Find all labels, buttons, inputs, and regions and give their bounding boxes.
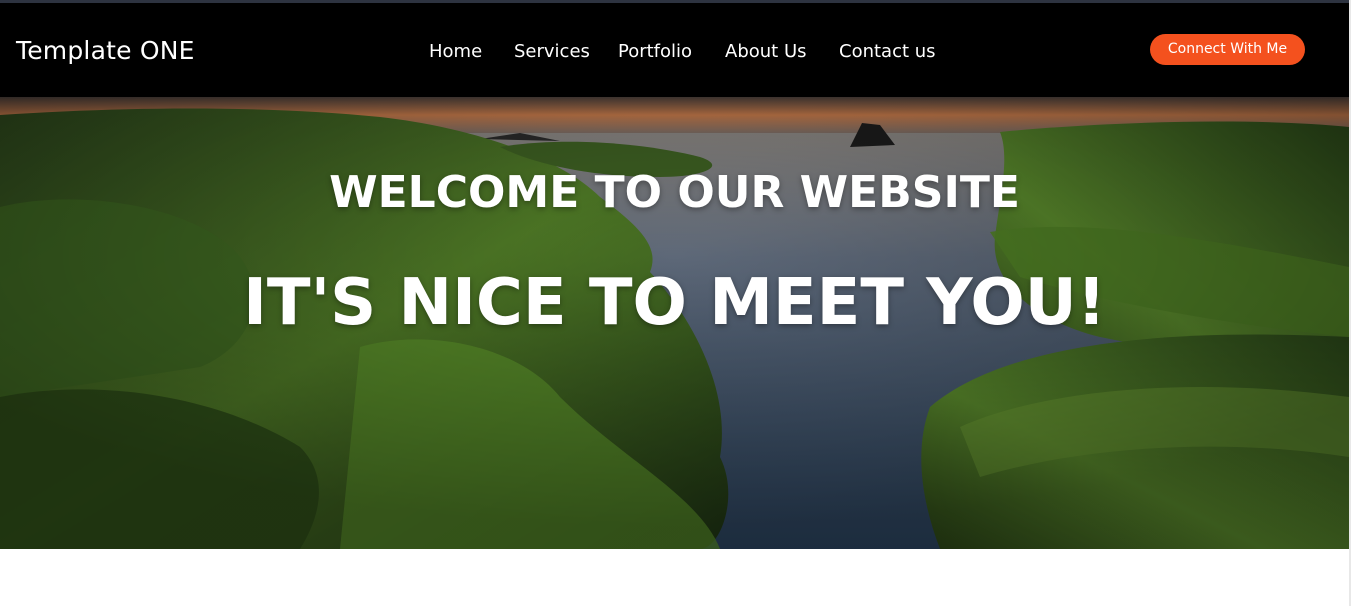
nav-item-services[interactable]: Services xyxy=(514,40,590,64)
hero-heading: WELCOME TO OUR WEBSITE xyxy=(329,167,1020,218)
hero-banner: WELCOME TO OUR WEBSITE IT'S NICE TO MEET… xyxy=(0,97,1349,549)
navbar: Template ONE Home Services Portfolio Abo… xyxy=(0,3,1351,97)
hero-subheading: IT'S NICE TO MEET YOU! xyxy=(243,266,1106,340)
main-nav: Home Services Portfolio About Us Contact… xyxy=(0,40,1351,64)
nav-item-contact-us[interactable]: Contact us xyxy=(839,40,936,64)
nav-item-home[interactable]: Home xyxy=(429,40,482,64)
nav-item-portfolio[interactable]: Portfolio xyxy=(618,40,692,64)
nav-item-about-us[interactable]: About Us xyxy=(725,40,807,64)
connect-with-me-button[interactable]: Connect With Me xyxy=(1150,34,1305,65)
